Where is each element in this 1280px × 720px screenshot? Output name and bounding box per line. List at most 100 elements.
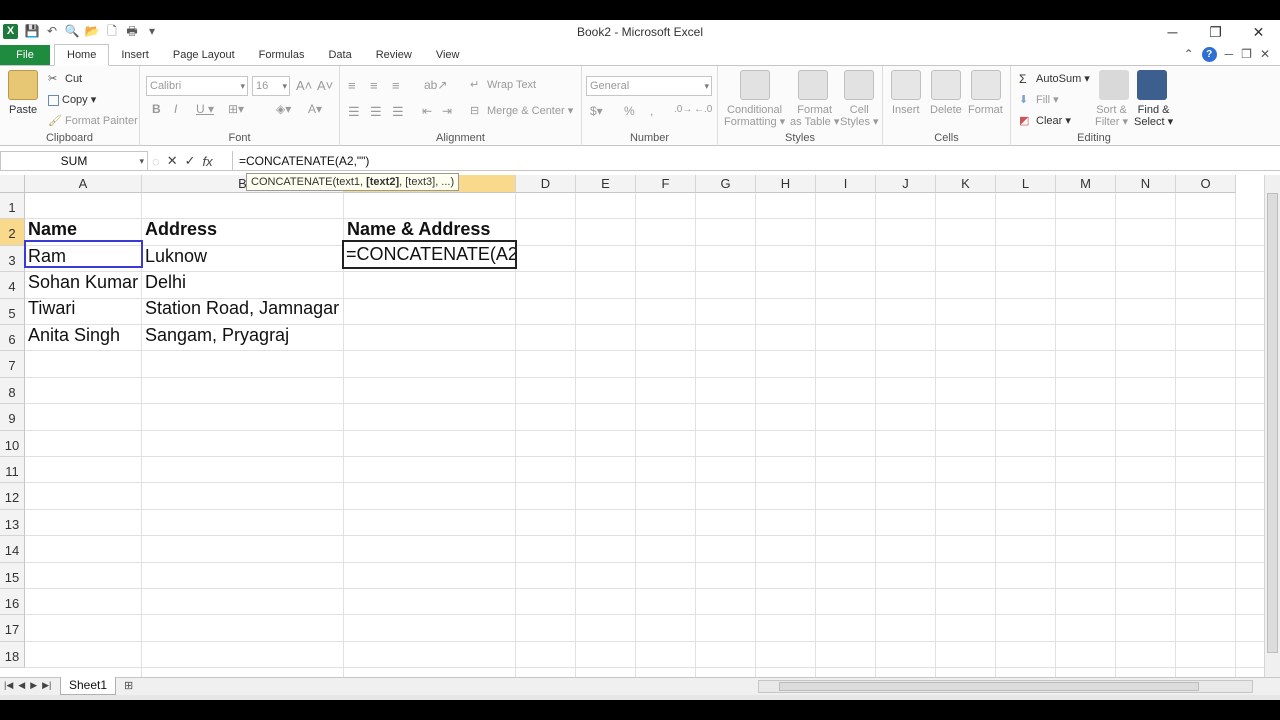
font-size-combo[interactable]: 16	[252, 76, 290, 96]
column-header-d[interactable]: D	[516, 175, 576, 193]
align-left-icon[interactable]: ☰	[348, 104, 360, 120]
cell-c1[interactable]: Name & Address	[344, 215, 490, 241]
cut-button[interactable]: ✂ Cut	[48, 72, 82, 86]
insert-sheet-icon[interactable]: ⊞	[124, 679, 140, 693]
tab-view[interactable]: View	[424, 45, 472, 65]
row-header-11[interactable]: 11	[0, 457, 25, 484]
workbook-restore-icon[interactable]: ❐	[1241, 47, 1252, 62]
font-name-combo[interactable]: Calibri	[146, 76, 248, 96]
row-header-7[interactable]: 7	[0, 351, 25, 378]
horizontal-scrollbar[interactable]	[758, 680, 1253, 693]
row-header-6[interactable]: 6	[0, 325, 25, 352]
row-header-14[interactable]: 14	[0, 536, 25, 563]
formula-drag-handle-icon[interactable]: ◌	[152, 154, 160, 169]
tab-home[interactable]: Home	[54, 44, 110, 66]
format-cells-icon[interactable]	[971, 70, 1001, 100]
insert-cells-button[interactable]: Insert	[892, 104, 920, 116]
row-header-10[interactable]: 10	[0, 430, 25, 457]
delete-cells-button[interactable]: Delete	[930, 104, 962, 116]
column-header-e[interactable]: E	[576, 175, 636, 193]
underline-button[interactable]: U ▾	[196, 102, 214, 116]
row-header-12[interactable]: 12	[0, 483, 25, 510]
delete-cells-icon[interactable]	[931, 70, 961, 100]
prev-sheet-icon[interactable]: ◀	[18, 680, 25, 691]
increase-indent-icon[interactable]: ⇥	[442, 104, 452, 118]
number-format-combo[interactable]: General	[586, 76, 712, 96]
row-header-3[interactable]: 3	[0, 245, 25, 273]
format-as-table-icon[interactable]	[798, 70, 828, 100]
vertical-scroll-thumb[interactable]	[1267, 193, 1278, 653]
format-painter-button[interactable]: 🖌 Format Painter	[48, 114, 138, 128]
grow-font-icon[interactable]: A˄	[296, 78, 312, 93]
cell-a4[interactable]: Tiwari	[25, 294, 75, 320]
enter-entry-icon[interactable]: ✓	[185, 153, 196, 169]
format-as-table-button[interactable]: Format as Table ▾	[790, 104, 839, 128]
row-header-17[interactable]: 17	[0, 615, 25, 642]
italic-button[interactable]: I	[174, 102, 177, 116]
row-header-1[interactable]: 1	[0, 193, 25, 220]
minimize-ribbon-icon[interactable]: ⌃	[1184, 47, 1194, 62]
sort-filter-button[interactable]: Sort & Filter ▾	[1095, 104, 1128, 128]
cell-styles-icon[interactable]	[844, 70, 874, 100]
worksheet-grid[interactable]: ABCDEFGHIJKLMNO 123456789101112131415161…	[0, 175, 1264, 689]
orientation-icon[interactable]: ab↗	[424, 78, 447, 92]
row-header-16[interactable]: 16	[0, 589, 25, 616]
percent-button[interactable]: %	[624, 104, 635, 118]
accounting-format-icon[interactable]: $▾	[590, 104, 603, 118]
column-header-n[interactable]: N	[1116, 175, 1176, 193]
decrease-decimal-icon[interactable]: ←.0	[694, 104, 712, 115]
horizontal-scroll-thumb[interactable]	[779, 682, 1199, 691]
copy-button[interactable]: Copy ▾	[48, 93, 96, 106]
close-button[interactable]: ✕	[1237, 20, 1280, 44]
row-header-9[interactable]: 9	[0, 404, 25, 431]
tab-data[interactable]: Data	[316, 45, 363, 65]
cell-a2[interactable]: Ram	[25, 242, 66, 268]
tab-review[interactable]: Review	[364, 45, 424, 65]
row-header-8[interactable]: 8	[0, 377, 25, 405]
column-header-k[interactable]: K	[936, 175, 996, 193]
row-header-13[interactable]: 13	[0, 509, 25, 537]
cell-a1[interactable]: Name	[25, 215, 77, 241]
merge-center-button[interactable]: ⊟ Merge & Center ▾	[470, 104, 573, 118]
cell-a5[interactable]: Anita Singh	[25, 321, 120, 347]
font-color-icon[interactable]: A▾	[308, 102, 322, 116]
fill-color-icon[interactable]: ◈▾	[276, 102, 291, 116]
workbook-minimize-icon[interactable]: ─	[1225, 47, 1234, 62]
sheet-tab-sheet1[interactable]: Sheet1	[60, 677, 117, 695]
column-header-j[interactable]: J	[876, 175, 936, 193]
insert-function-icon[interactable]: fx	[203, 154, 213, 169]
cell-b1[interactable]: Address	[142, 215, 217, 241]
align-bottom-icon[interactable]: ≡	[392, 78, 400, 93]
paste-button[interactable]: Paste	[9, 104, 37, 116]
column-header-g[interactable]: G	[696, 175, 756, 193]
first-sheet-icon[interactable]: |◀	[4, 680, 13, 691]
tab-insert[interactable]: Insert	[109, 45, 161, 65]
vertical-scrollbar[interactable]	[1264, 175, 1280, 689]
cell-b5[interactable]: Sangam, Pryagraj	[142, 321, 289, 347]
borders-icon[interactable]: ⊞▾	[228, 102, 244, 116]
row-header-4[interactable]: 4	[0, 272, 25, 299]
insert-cells-icon[interactable]	[891, 70, 921, 100]
cell-c2-editing[interactable]: =CONCATENATE(A2,"	[342, 240, 517, 269]
cell-styles-button[interactable]: Cell Styles ▾	[840, 104, 879, 128]
find-select-button[interactable]: Find & Select ▾	[1134, 104, 1173, 128]
tab-file[interactable]: File	[0, 45, 50, 65]
minimize-button[interactable]: ─	[1151, 20, 1194, 44]
sort-filter-icon[interactable]	[1099, 70, 1129, 100]
clear-button[interactable]: ◩ Clear ▾	[1019, 114, 1071, 128]
column-header-f[interactable]: F	[636, 175, 696, 193]
formula-input[interactable]: =CONCATENATE(A2,"")	[232, 151, 1266, 171]
bold-button[interactable]: B	[152, 102, 161, 116]
column-header-i[interactable]: I	[816, 175, 876, 193]
conditional-formatting-button[interactable]: Conditional Formatting ▾	[724, 104, 785, 128]
paste-icon[interactable]	[8, 70, 38, 100]
column-header-a[interactable]: A	[25, 175, 142, 193]
align-center-icon[interactable]: ☰	[370, 104, 382, 120]
fill-button[interactable]: ⬇ Fill ▾	[1019, 93, 1059, 107]
next-sheet-icon[interactable]: ▶	[30, 680, 37, 691]
binoculars-icon[interactable]	[1137, 70, 1167, 100]
column-header-o[interactable]: O	[1176, 175, 1236, 193]
format-cells-button[interactable]: Format	[968, 104, 1003, 116]
conditional-formatting-icon[interactable]	[740, 70, 770, 100]
increase-decimal-icon[interactable]: .0→	[674, 104, 692, 115]
